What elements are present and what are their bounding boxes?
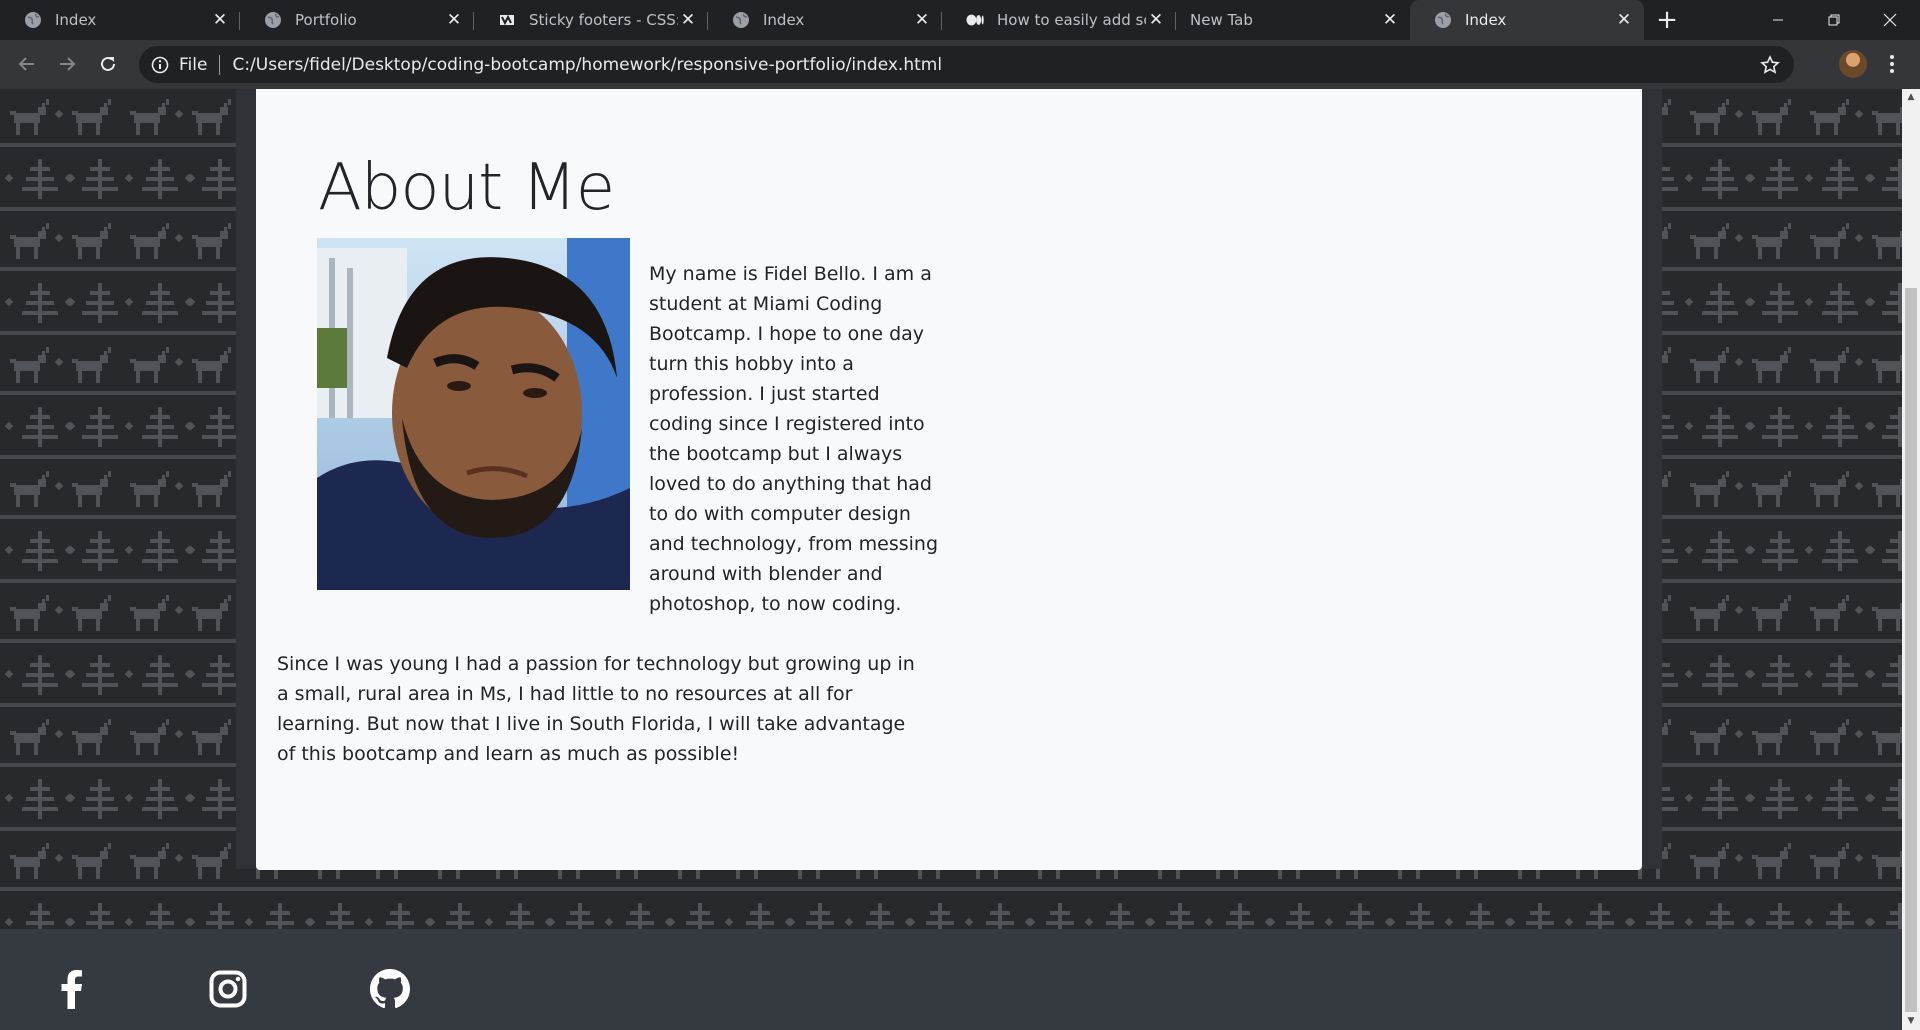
globe-icon xyxy=(732,11,750,29)
address-bar[interactable]: File C:/Users/fidel/Desktop/coding-bootc… xyxy=(139,46,1794,83)
facebook-icon xyxy=(61,970,82,1009)
instagram-link[interactable] xyxy=(206,967,250,1011)
instagram-icon xyxy=(209,970,247,1008)
tab-strip: Index ✕ Portfolio ✕ Sticky footers - CSS… xyxy=(0,0,1920,40)
close-window-icon xyxy=(1883,13,1897,27)
github-icon xyxy=(370,969,410,1009)
facebook-link[interactable] xyxy=(50,967,94,1011)
address-separator xyxy=(219,54,221,75)
url-text[interactable]: C:/Users/fidel/Desktop/coding-bootcamp/h… xyxy=(232,55,942,75)
close-window-button[interactable] xyxy=(1862,0,1918,40)
close-icon[interactable]: ✕ xyxy=(1380,10,1400,30)
background-paragraph: Since I was young I had a passion for te… xyxy=(277,653,915,765)
tab-index-active[interactable]: Index ✕ xyxy=(1410,0,1644,40)
vertical-scrollbar[interactable]: ▲ ▼ xyxy=(1902,89,1920,1030)
globe-icon xyxy=(1434,11,1452,29)
close-icon[interactable]: ✕ xyxy=(444,10,464,30)
tab-medium-article[interactable]: How to easily add scre ✕ xyxy=(942,0,1176,40)
menu-icon[interactable] xyxy=(1886,52,1898,76)
page-title: About Me xyxy=(318,151,615,225)
github-link[interactable] xyxy=(368,967,412,1011)
tab-index-2[interactable]: Index ✕ xyxy=(708,0,942,40)
bookmark-star-icon[interactable] xyxy=(1760,55,1780,75)
tab-sticky-footers[interactable]: Sticky footers - CSS: Ca ✕ xyxy=(474,0,708,40)
scroll-down-arrow-icon[interactable]: ▼ xyxy=(1902,1013,1920,1030)
page-footer xyxy=(0,929,1902,1030)
back-button[interactable] xyxy=(15,52,39,76)
container-gutter-left xyxy=(236,89,256,869)
scheme-label: File xyxy=(179,54,208,75)
scrollbar-thumb[interactable] xyxy=(1905,288,1917,1012)
close-icon[interactable]: ✕ xyxy=(912,10,932,30)
arrow-right-icon xyxy=(60,57,76,71)
close-icon[interactable]: ✕ xyxy=(1146,10,1166,30)
close-icon[interactable]: ✕ xyxy=(678,10,698,30)
tab-index-1[interactable]: Index ✕ xyxy=(0,0,240,40)
tab-portfolio[interactable]: Portfolio ✕ xyxy=(240,0,474,40)
container-gutter-right xyxy=(1642,89,1662,869)
minimize-button[interactable] xyxy=(1750,0,1806,40)
minimize-icon xyxy=(1773,19,1783,21)
profile-avatar[interactable] xyxy=(1839,50,1867,78)
reload-button[interactable] xyxy=(96,52,120,76)
restore-icon xyxy=(1828,14,1840,26)
profile-photo xyxy=(317,238,630,590)
tab-title: Index xyxy=(55,11,97,29)
globe-icon xyxy=(264,11,282,29)
tab-title: How to easily add scre xyxy=(997,11,1146,29)
tab-title: Portfolio xyxy=(295,11,357,29)
tab-title: New Tab xyxy=(1190,11,1253,29)
close-icon[interactable]: ✕ xyxy=(1614,10,1634,30)
restore-button[interactable] xyxy=(1806,0,1862,40)
info-icon[interactable] xyxy=(151,56,169,74)
about-card: About Me My name is Fidel Bello. I am a … xyxy=(256,89,1642,870)
new-tab-button[interactable]: + xyxy=(1654,7,1680,33)
medium-icon xyxy=(966,11,984,29)
scroll-up-arrow-icon[interactable]: ▲ xyxy=(1902,89,1920,106)
tab-title: Sticky footers - CSS: Ca xyxy=(529,11,678,29)
page-viewport: About Me My name is Fidel Bello. I am a … xyxy=(0,89,1902,1030)
browser-toolbar: File C:/Users/fidel/Desktop/coding-bootc… xyxy=(0,40,1920,89)
mdn-icon xyxy=(498,11,516,29)
tab-title: Index xyxy=(763,11,805,29)
close-icon[interactable]: ✕ xyxy=(210,10,230,30)
tab-new-tab[interactable]: New Tab ✕ xyxy=(1176,0,1410,40)
globe-icon xyxy=(24,11,42,29)
arrow-left-icon xyxy=(18,57,34,71)
reload-icon xyxy=(101,56,115,71)
intro-paragraph: My name is Fidel Bello. I am a student a… xyxy=(649,263,938,615)
forward-button[interactable] xyxy=(55,52,79,76)
tab-title: Index xyxy=(1465,11,1507,29)
